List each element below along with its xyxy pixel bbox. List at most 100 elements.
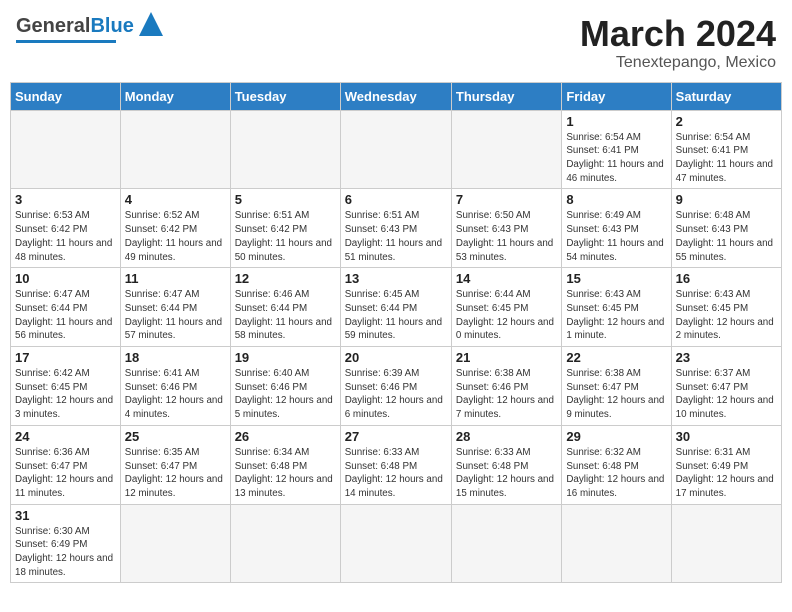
day-number: 15 — [566, 271, 666, 286]
calendar-cell — [451, 110, 561, 189]
day-number: 2 — [676, 114, 777, 129]
calendar-cell: 26 Sunrise: 6:34 AM Sunset: 6:48 PM Dayli… — [230, 425, 340, 504]
day-info: Sunrise: 6:51 AM Sunset: 6:43 PM Dayligh… — [345, 209, 447, 264]
calendar-subtitle: Tenextepango, Mexico — [580, 54, 776, 72]
day-number: 31 — [15, 508, 116, 523]
day-number: 7 — [456, 192, 557, 207]
day-number: 28 — [456, 429, 557, 444]
calendar-cell: 6 Sunrise: 6:51 AM Sunset: 6:43 PM Daylig… — [340, 189, 451, 268]
day-number: 12 — [235, 271, 336, 286]
day-info: Sunrise: 6:41 AM Sunset: 6:46 PM Dayligh… — [125, 367, 226, 422]
day-info: Sunrise: 6:30 AM Sunset: 6:49 PM Dayligh… — [15, 525, 116, 580]
day-number: 25 — [125, 429, 226, 444]
day-number: 20 — [345, 350, 447, 365]
calendar-cell: 1 Sunrise: 6:54 AM Sunset: 6:41 PM Daylig… — [562, 110, 671, 189]
col-thursday: Thursday — [451, 82, 561, 110]
day-info: Sunrise: 6:47 AM Sunset: 6:44 PM Dayligh… — [15, 288, 116, 343]
calendar-cell: 4 Sunrise: 6:52 AM Sunset: 6:42 PM Daylig… — [120, 189, 230, 268]
calendar-cell: 11 Sunrise: 6:47 AM Sunset: 6:44 PM Dayli… — [120, 268, 230, 347]
day-info: Sunrise: 6:35 AM Sunset: 6:47 PM Dayligh… — [125, 446, 226, 501]
calendar-cell: 16Sunrise: 6:43 AM Sunset: 6:45 PM Dayli… — [671, 268, 781, 347]
calendar-cell — [451, 504, 561, 583]
calendar-cell: 19 Sunrise: 6:40 AM Sunset: 6:46 PM Dayli… — [230, 347, 340, 426]
calendar-cell: 31 Sunrise: 6:30 AM Sunset: 6:49 PM Dayli… — [11, 504, 121, 583]
day-info: Sunrise: 6:52 AM Sunset: 6:42 PM Dayligh… — [125, 209, 226, 264]
day-info: Sunrise: 6:44 AM Sunset: 6:45 PM Dayligh… — [456, 288, 557, 343]
calendar-cell: 18 Sunrise: 6:41 AM Sunset: 6:46 PM Dayli… — [120, 347, 230, 426]
day-info: Sunrise: 6:51 AM Sunset: 6:42 PM Dayligh… — [235, 209, 336, 264]
day-number: 19 — [235, 350, 336, 365]
calendar-cell: 22Sunrise: 6:38 AM Sunset: 6:47 PM Dayli… — [562, 347, 671, 426]
logo: General Blue — [16, 14, 165, 43]
calendar-cell — [671, 504, 781, 583]
logo-general-text: General — [16, 15, 90, 38]
logo-blue-text: Blue — [90, 15, 133, 38]
calendar-week-row-4: 24 Sunrise: 6:36 AM Sunset: 6:47 PM Dayli… — [11, 425, 782, 504]
day-number: 9 — [676, 192, 777, 207]
day-number: 1 — [566, 114, 666, 129]
day-number: 26 — [235, 429, 336, 444]
day-number: 22 — [566, 350, 666, 365]
day-number: 18 — [125, 350, 226, 365]
calendar-cell — [562, 504, 671, 583]
calendar-week-row-3: 17Sunrise: 6:42 AM Sunset: 6:45 PM Dayli… — [11, 347, 782, 426]
day-number: 23 — [676, 350, 777, 365]
calendar-cell: 13Sunrise: 6:45 AM Sunset: 6:44 PM Dayli… — [340, 268, 451, 347]
calendar-week-row-0: 1 Sunrise: 6:54 AM Sunset: 6:41 PM Daylig… — [11, 110, 782, 189]
col-monday: Monday — [120, 82, 230, 110]
day-number: 6 — [345, 192, 447, 207]
calendar-cell: 28 Sunrise: 6:33 AM Sunset: 6:48 PM Dayli… — [451, 425, 561, 504]
day-info: Sunrise: 6:36 AM Sunset: 6:47 PM Dayligh… — [15, 446, 116, 501]
day-number: 8 — [566, 192, 666, 207]
day-info: Sunrise: 6:48 AM Sunset: 6:43 PM Dayligh… — [676, 209, 777, 264]
calendar-cell: 30 Sunrise: 6:31 AM Sunset: 6:49 PM Dayli… — [671, 425, 781, 504]
calendar-cell — [230, 110, 340, 189]
day-info: Sunrise: 6:33 AM Sunset: 6:48 PM Dayligh… — [345, 446, 447, 501]
day-info: Sunrise: 6:33 AM Sunset: 6:48 PM Dayligh… — [456, 446, 557, 501]
calendar-cell: 25 Sunrise: 6:35 AM Sunset: 6:47 PM Dayli… — [120, 425, 230, 504]
logo-icon — [137, 10, 165, 38]
day-number: 24 — [15, 429, 116, 444]
day-number: 11 — [125, 271, 226, 286]
col-tuesday: Tuesday — [230, 82, 340, 110]
day-info: Sunrise: 6:37 AM Sunset: 6:47 PM Dayligh… — [676, 367, 777, 422]
calendar-cell: 10 Sunrise: 6:47 AM Sunset: 6:44 PM Dayli… — [11, 268, 121, 347]
day-number: 29 — [566, 429, 666, 444]
calendar-week-row-2: 10 Sunrise: 6:47 AM Sunset: 6:44 PM Dayli… — [11, 268, 782, 347]
calendar-title: March 2024 — [580, 14, 776, 54]
calendar-cell: 17Sunrise: 6:42 AM Sunset: 6:45 PM Dayli… — [11, 347, 121, 426]
col-sunday: Sunday — [11, 82, 121, 110]
day-info: Sunrise: 6:31 AM Sunset: 6:49 PM Dayligh… — [676, 446, 777, 501]
col-wednesday: Wednesday — [340, 82, 451, 110]
day-info: Sunrise: 6:54 AM Sunset: 6:41 PM Dayligh… — [676, 131, 777, 186]
col-saturday: Saturday — [671, 82, 781, 110]
calendar-cell: 27 Sunrise: 6:33 AM Sunset: 6:48 PM Dayli… — [340, 425, 451, 504]
day-info: Sunrise: 6:43 AM Sunset: 6:45 PM Dayligh… — [676, 288, 777, 343]
col-friday: Friday — [562, 82, 671, 110]
calendar-cell — [11, 110, 121, 189]
day-number: 10 — [15, 271, 116, 286]
day-info: Sunrise: 6:54 AM Sunset: 6:41 PM Dayligh… — [566, 131, 666, 186]
calendar-cell: 20 Sunrise: 6:39 AM Sunset: 6:46 PM Dayli… — [340, 347, 451, 426]
day-info: Sunrise: 6:32 AM Sunset: 6:48 PM Dayligh… — [566, 446, 666, 501]
calendar-cell: 3Sunrise: 6:53 AM Sunset: 6:42 PM Daylig… — [11, 189, 121, 268]
day-number: 14 — [456, 271, 557, 286]
day-number: 27 — [345, 429, 447, 444]
logo-underline — [16, 40, 116, 43]
day-number: 4 — [125, 192, 226, 207]
page-wrapper: General Blue March 2024 Tenextepango, Me… — [10, 10, 782, 583]
calendar-cell: 29 Sunrise: 6:32 AM Sunset: 6:48 PM Dayli… — [562, 425, 671, 504]
day-number: 30 — [676, 429, 777, 444]
calendar-cell — [230, 504, 340, 583]
calendar-week-row-5: 31 Sunrise: 6:30 AM Sunset: 6:49 PM Dayli… — [11, 504, 782, 583]
day-info: Sunrise: 6:46 AM Sunset: 6:44 PM Dayligh… — [235, 288, 336, 343]
calendar-cell: 2 Sunrise: 6:54 AM Sunset: 6:41 PM Daylig… — [671, 110, 781, 189]
day-number: 21 — [456, 350, 557, 365]
day-info: Sunrise: 6:34 AM Sunset: 6:48 PM Dayligh… — [235, 446, 336, 501]
calendar-header-row: Sunday Monday Tuesday Wednesday Thursday… — [11, 82, 782, 110]
day-info: Sunrise: 6:40 AM Sunset: 6:46 PM Dayligh… — [235, 367, 336, 422]
day-info: Sunrise: 6:39 AM Sunset: 6:46 PM Dayligh… — [345, 367, 447, 422]
day-info: Sunrise: 6:47 AM Sunset: 6:44 PM Dayligh… — [125, 288, 226, 343]
day-number: 5 — [235, 192, 336, 207]
calendar-cell: 7Sunrise: 6:50 AM Sunset: 6:43 PM Daylig… — [451, 189, 561, 268]
